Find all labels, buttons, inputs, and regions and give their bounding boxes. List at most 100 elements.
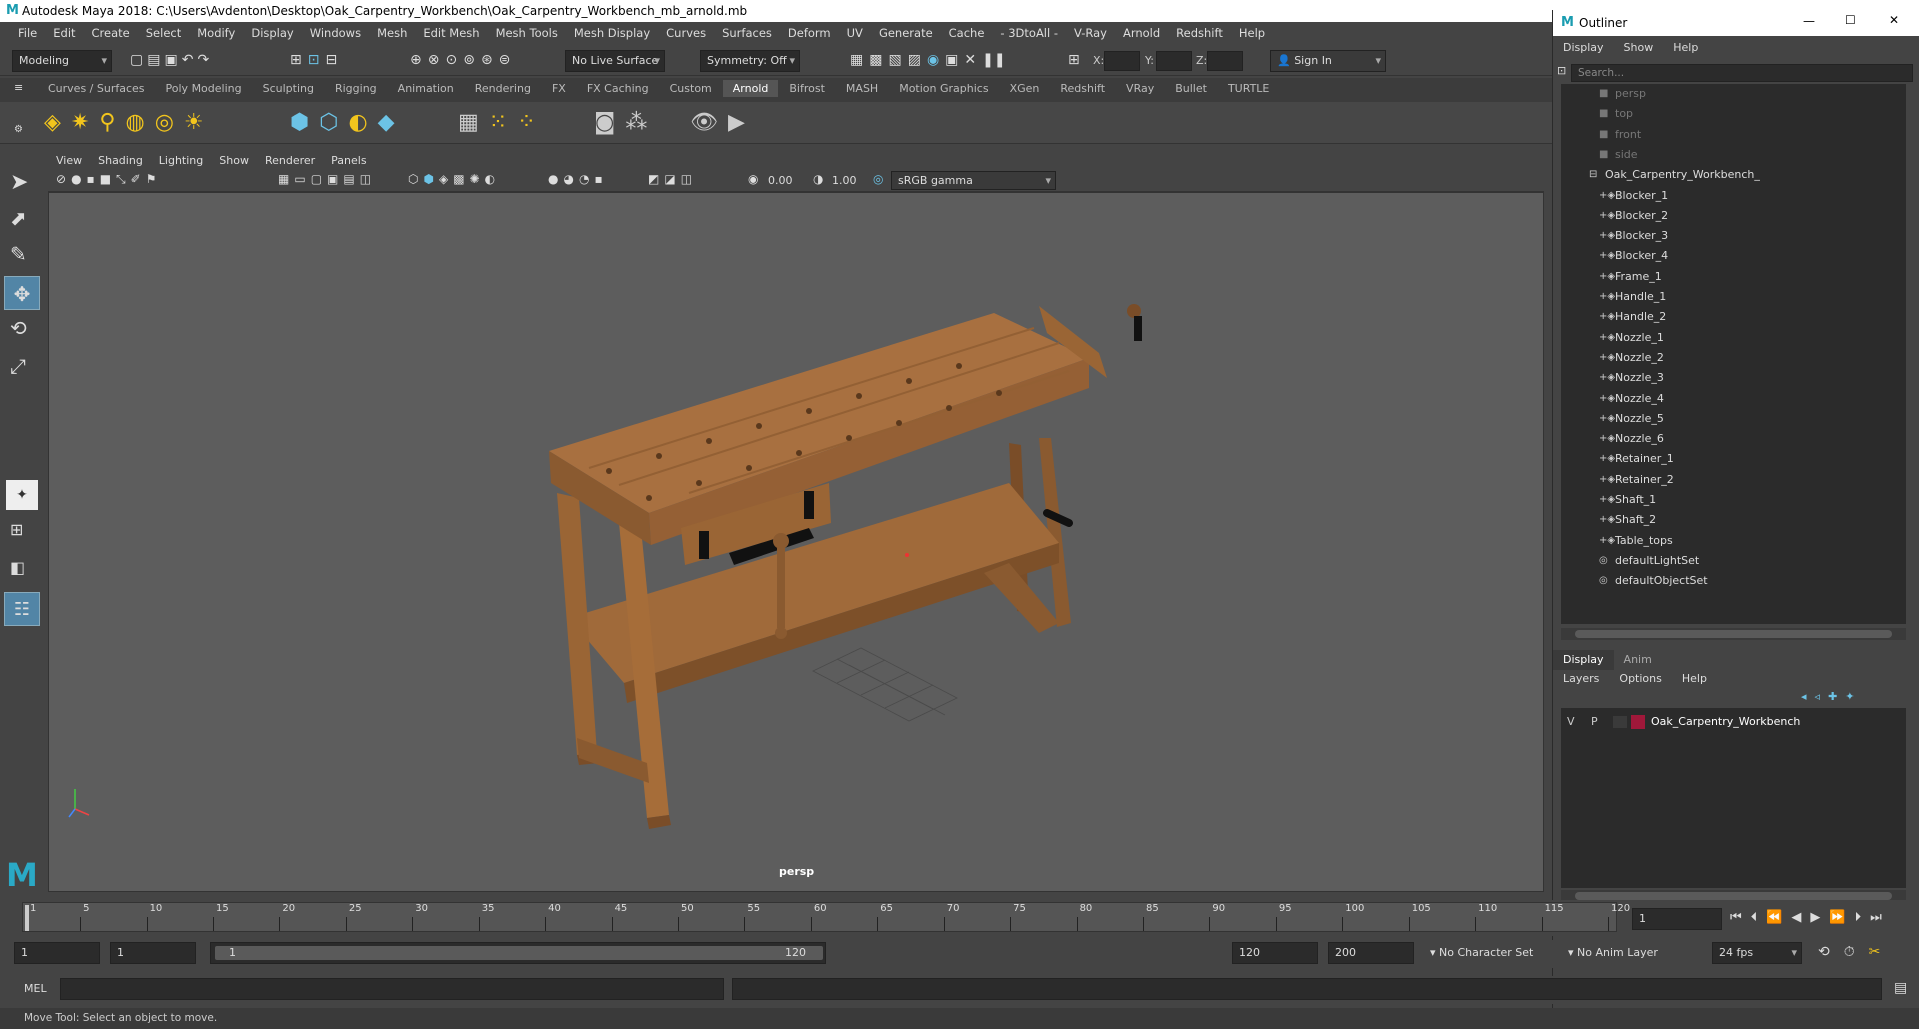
grease-pencil-icon[interactable]: ✐ [131,172,141,187]
motion-blur-icon[interactable]: ◕ [563,172,573,186]
shelf-tab-vray[interactable]: VRay [1116,80,1165,97]
fps-dropdown[interactable]: 24 fps [1712,942,1802,964]
snap-grid-icon[interactable]: ⊕ [410,52,422,68]
move-layer-up-icon[interactable]: ◂ [1801,690,1807,703]
minimize-icon[interactable]: — [1803,14,1815,28]
outliner-menu-help[interactable]: Help [1663,38,1708,58]
step-forward-key-icon[interactable]: ⏩ [1829,910,1845,925]
shelf-tab-poly-modeling[interactable]: Poly Modeling [155,80,252,97]
arnold-preview-icon[interactable]: 👁 [690,110,718,135]
menu-redshift[interactable]: Redshift [1168,26,1231,40]
z-field[interactable] [1207,51,1243,71]
shadows-icon[interactable]: ◐ [485,172,495,186]
outliner-item[interactable]: +◈ Nozzle_1 [1561,328,1901,348]
menu-curves[interactable]: Curves [658,26,714,40]
shelf-tab-bullet[interactable]: Bullet [1165,80,1217,97]
outliner-item[interactable]: ◎ defaultObjectSet [1561,571,1901,591]
menu-mesh-display[interactable]: Mesh Display [566,26,658,40]
layer-tab-display[interactable]: Display [1553,650,1614,670]
menu-windows[interactable]: Windows [302,26,369,40]
layer-row[interactable]: V P Oak_Carpentry_Workbench [1561,712,1906,732]
shelf-tab-fx[interactable]: FX [541,80,576,97]
outliner-item[interactable]: +◈ Blocker_4 [1561,246,1901,266]
menu-uv[interactable]: UV [839,26,871,40]
viewport-menu-view[interactable]: View [48,152,90,170]
bookmark-icon[interactable]: ⚑ [146,172,157,187]
ambient-occlusion-icon[interactable]: ● [548,172,558,186]
render-view-icon[interactable]: ▣ [945,52,958,68]
safe-action-icon[interactable]: ◫ [360,172,371,186]
color-space-dropdown[interactable]: sRGB gamma [891,171,1056,190]
anim-layer-dropdown[interactable]: ▾ No Anim Layer [1568,942,1698,964]
outliner-item[interactable]: +◈ Handle_2 [1561,307,1901,327]
outliner-item[interactable]: +◈ Blocker_3 [1561,226,1901,246]
menu-file[interactable]: File [10,26,45,40]
scale-tool-icon[interactable]: ⤢ [10,354,26,378]
timeline-ticks[interactable]: 1 5 10 15 20 25 30 35 40 45 50 55 60 65 70 75 80 85 90 95 10… [22,902,1630,932]
redo-icon[interactable]: ↷ [197,52,209,68]
light-portal-icon[interactable]: ◎ [155,110,174,135]
transform-mode-icon[interactable]: ⊞ [1068,52,1080,68]
shelf-gear-icon[interactable]: ⚙ [14,124,23,135]
export-standin-icon[interactable]: ⬡ [319,110,338,135]
outliner-item[interactable]: ■ top [1561,104,1901,124]
outliner-item[interactable]: +◈ Shaft_1 [1561,490,1901,510]
step-back-frame-icon[interactable]: ⏴ [1751,910,1758,925]
render-sequence-icon[interactable]: ▩ [869,52,882,68]
menu-edit[interactable]: Edit [45,26,83,40]
shelf-menu-icon[interactable]: ≡ [14,81,23,94]
camera-attributes-icon[interactable]: ⊘ [56,172,66,187]
curve-collector-icon[interactable]: ◐ [348,110,367,135]
photometric-light-icon[interactable]: ⚲ [99,110,115,135]
camera-bookmark-icon[interactable]: ● [71,172,81,187]
anti-aliasing-icon[interactable]: ◔ [579,172,589,186]
outliner-item[interactable]: +◈ Nozzle_6 [1561,429,1901,449]
depth-of-field-icon[interactable]: ▪ [594,172,602,186]
move-tool-icon[interactable]: ✥ [4,276,40,310]
outliner-item[interactable]: +◈ Nozzle_2 [1561,348,1901,368]
play-backward-icon[interactable]: ◀ [1791,910,1801,925]
menu-v-ray[interactable]: V-Ray [1066,26,1115,40]
paint-select-tool-icon[interactable]: ✎ [10,242,27,266]
menu-generate[interactable]: Generate [871,26,941,40]
pause-icon[interactable]: ❚❚ [982,52,1005,68]
layer-visibility-toggle[interactable]: V [1567,712,1575,732]
shelf-tab-curves-surfaces[interactable]: Curves / Surfaces [38,80,155,97]
time-slider[interactable]: 1 5 10 15 20 25 30 35 40 45 50 55 60 65 70 75 80 85 90 95 10… [0,900,1919,936]
flush-cache-icon[interactable]: ⁙ [489,110,507,135]
menu-select[interactable]: Select [138,26,189,40]
new-layer-selected-icon[interactable]: ✚ [1828,690,1837,703]
y-field[interactable] [1156,51,1192,71]
outliner-item[interactable]: +◈ Retainer_1 [1561,449,1901,469]
film-gate-icon[interactable]: ▭ [294,172,305,186]
viewport-menu-panels[interactable]: Panels [323,152,374,170]
menu-modify[interactable]: Modify [189,26,243,40]
outliner-menu-display[interactable]: Display [1553,38,1614,58]
isolate-select-icon[interactable]: ◩ [648,172,659,186]
snap-curve-icon[interactable]: ⊗ [428,52,440,68]
start-time-field[interactable]: 1 [14,942,100,964]
mesh-light-icon[interactable]: ✷ [71,110,89,135]
shelf-tab-turtle[interactable]: TURTLE [1217,80,1280,97]
undo-icon[interactable]: ↶ [182,52,194,68]
playback-end-field[interactable]: 120 [1232,942,1318,964]
flush-textures-icon[interactable]: ⁂ [625,110,647,135]
xray-joints-icon[interactable]: ◫ [681,172,692,186]
viewport-menu-lighting[interactable]: Lighting [151,152,211,170]
viewport-menu-renderer[interactable]: Renderer [257,152,323,170]
volume-icon[interactable]: ◆ [378,110,395,135]
snap-view-icon[interactable]: ⊚ [463,52,475,68]
layer-menu-layers[interactable]: Layers [1553,670,1609,688]
current-frame-field[interactable]: 1 [1632,908,1722,930]
outliner-item[interactable]: +◈ Blocker_2 [1561,206,1901,226]
snap-point-icon[interactable]: ⊙ [445,52,457,68]
arnold-play-icon[interactable]: ▶ [728,110,745,135]
shelf-tab-fx-caching[interactable]: FX Caching [576,80,659,97]
wireframe-on-shaded-icon[interactable]: ◈ [439,172,448,186]
select-hierarchy-icon[interactable]: ⊞ [290,52,302,68]
menu-mesh-tools[interactable]: Mesh Tools [488,26,566,40]
shelf-tab-sculpting[interactable]: Sculpting [252,80,324,97]
character-set-dropdown[interactable]: ▾ No Character Set [1430,942,1570,964]
play-forward-icon[interactable]: ▶ [1810,910,1820,925]
render-view-arnold-icon[interactable]: ◙ [594,110,615,135]
